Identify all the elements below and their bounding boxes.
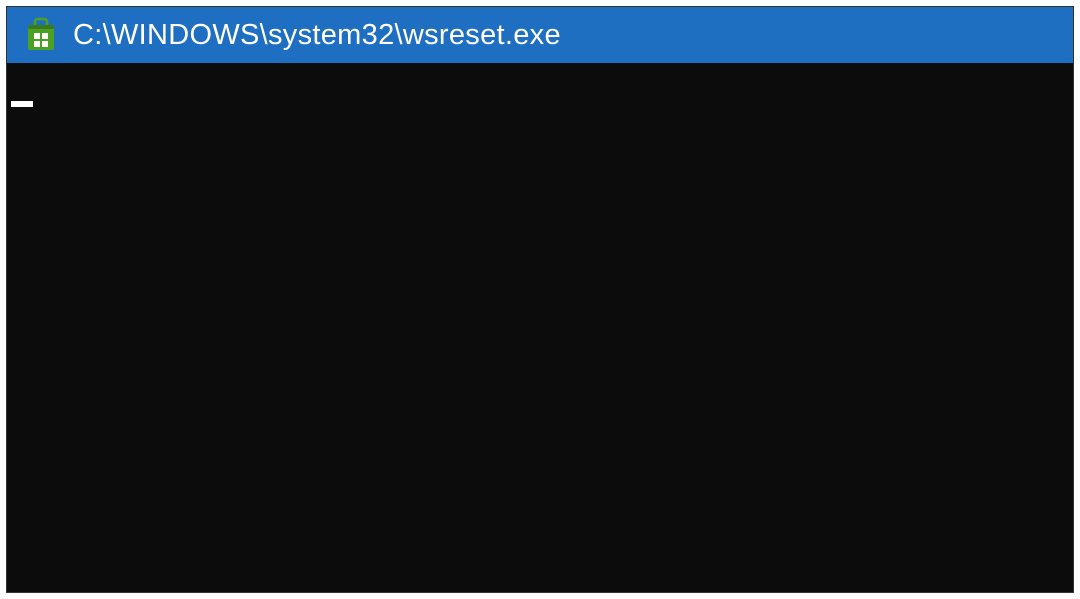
terminal-cursor [11,101,33,107]
window-title: C:\WINDOWS\system32\wsreset.exe [73,19,561,52]
microsoft-store-icon [23,17,59,53]
console-window: C:\WINDOWS\system32\wsreset.exe [6,6,1074,593]
titlebar[interactable]: C:\WINDOWS\system32\wsreset.exe [7,7,1073,63]
terminal-output-area[interactable] [7,63,1073,592]
